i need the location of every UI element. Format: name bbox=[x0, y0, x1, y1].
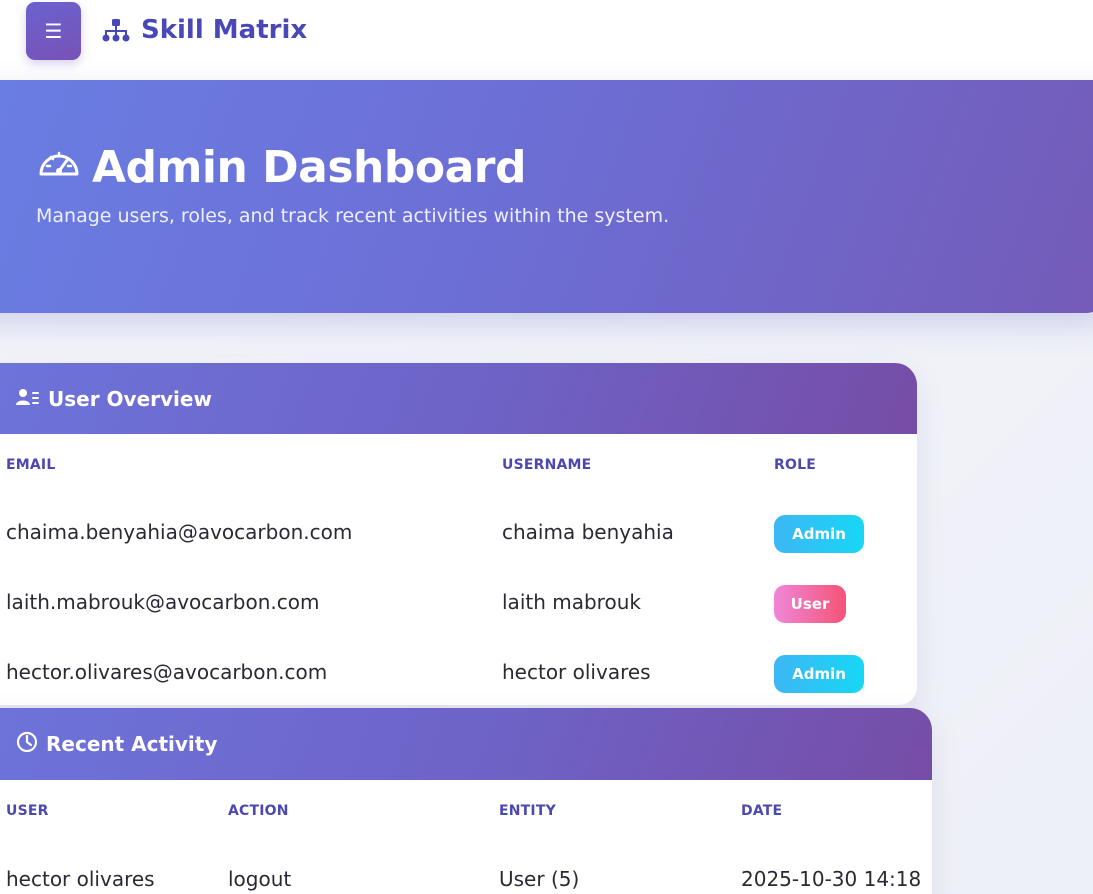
user-username: chaima benyahia bbox=[502, 520, 674, 544]
activity-entity: User (5) bbox=[499, 867, 580, 891]
menu-button[interactable]: ☰ bbox=[26, 2, 81, 60]
recent-activity-title: Recent Activity bbox=[46, 732, 218, 756]
user-username: laith mabrouk bbox=[502, 590, 641, 614]
gauge-icon bbox=[36, 142, 82, 193]
activity-user: hector olivares bbox=[6, 867, 155, 891]
activity-date: 2025-10-30 14:18 bbox=[741, 867, 922, 891]
role-badge-user: User bbox=[774, 585, 846, 623]
recent-activity-card: Recent Activity USER ACTION ENTITY DATE … bbox=[0, 708, 932, 894]
user-overview-title: User Overview bbox=[48, 386, 212, 411]
brand-name: Skill Matrix bbox=[141, 15, 308, 45]
page-title-text: Admin Dashboard bbox=[92, 141, 526, 193]
user-email: chaima.benyahia@avocarbon.com bbox=[6, 520, 353, 544]
column-header-user[interactable]: USER bbox=[6, 803, 49, 819]
role-badge-admin: Admin bbox=[774, 655, 864, 693]
role-badge-admin: Admin bbox=[774, 515, 864, 553]
column-header-email[interactable]: EMAIL bbox=[6, 457, 55, 473]
recent-activity-header: Recent Activity bbox=[0, 708, 932, 780]
user-overview-header: User Overview bbox=[0, 363, 917, 434]
sitemap-icon bbox=[101, 17, 131, 43]
clock-icon bbox=[16, 731, 38, 758]
user-list-icon bbox=[16, 387, 40, 411]
brand[interactable]: Skill Matrix bbox=[101, 12, 307, 48]
column-header-username[interactable]: USERNAME bbox=[502, 457, 591, 473]
page-title: Admin Dashboard bbox=[36, 140, 526, 194]
top-bar: ☰ Skill Matrix bbox=[0, 0, 1093, 80]
hero-banner bbox=[0, 80, 1093, 313]
column-header-action[interactable]: ACTION bbox=[228, 803, 289, 819]
user-overview-card: User Overview EMAIL USERNAME ROLE chaima… bbox=[0, 363, 917, 705]
column-header-role[interactable]: ROLE bbox=[774, 457, 816, 473]
menu-icon: ☰ bbox=[44, 19, 63, 43]
user-username: hector olivares bbox=[502, 660, 651, 684]
user-email: hector.olivares@avocarbon.com bbox=[6, 660, 328, 684]
column-header-entity[interactable]: ENTITY bbox=[499, 803, 556, 819]
activity-action: logout bbox=[228, 867, 292, 891]
page-subtitle: Manage users, roles, and track recent ac… bbox=[36, 205, 670, 227]
user-email: laith.mabrouk@avocarbon.com bbox=[6, 590, 320, 614]
column-header-date[interactable]: DATE bbox=[741, 803, 782, 819]
